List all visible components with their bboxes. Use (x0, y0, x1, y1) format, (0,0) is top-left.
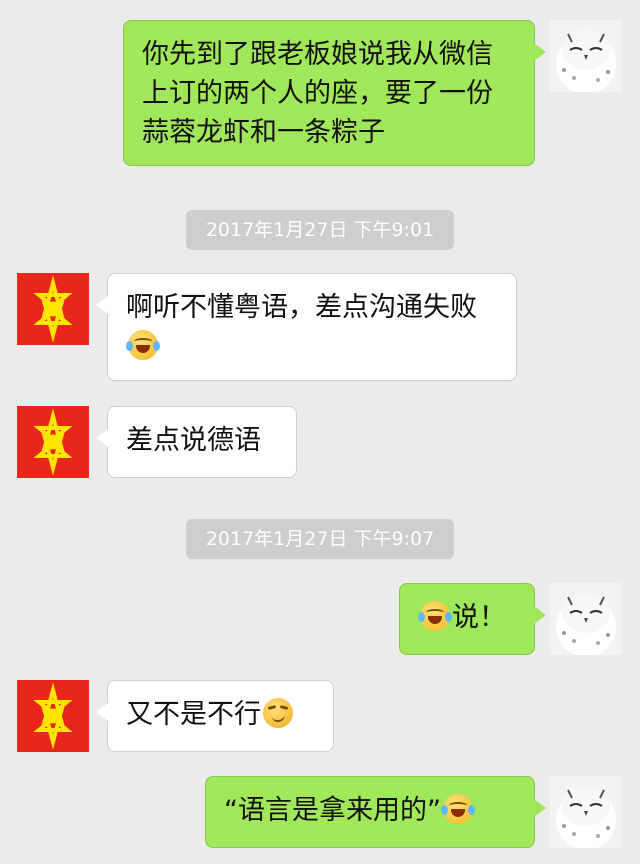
message-bubble-mine[interactable]: “语言是拿来用的” (205, 776, 546, 848)
star-avatar-icon (17, 680, 89, 752)
smirking-face-icon (263, 698, 293, 728)
timestamp: 2017年1月27日 下午9:01 (186, 210, 454, 250)
star-avatar-icon (17, 273, 89, 345)
message-text: 啊听不懂粤语，差点沟通失败 (126, 292, 477, 323)
my-avatar[interactable] (550, 583, 622, 655)
message-bubble-theirs[interactable]: 又不是不行 (96, 680, 334, 752)
owl-avatar-icon (550, 776, 622, 848)
message-bubble-theirs[interactable]: 差点说德语 (96, 406, 297, 478)
contact-avatar[interactable] (17, 406, 89, 478)
message-bubble-theirs[interactable]: 啊听不懂粤语，差点沟通失败 (96, 273, 517, 381)
star-avatar-icon (17, 406, 89, 478)
my-avatar[interactable] (550, 20, 622, 92)
owl-avatar-icon (550, 20, 622, 92)
message-bubble-mine[interactable]: 说！ (399, 583, 546, 655)
face-with-tears-of-joy-icon (440, 794, 475, 824)
contact-avatar[interactable] (17, 273, 89, 345)
message-text: 又不是不行 (126, 699, 261, 730)
face-with-tears-of-joy-icon (126, 330, 160, 360)
message-text: 说！ (452, 602, 506, 633)
message-text: “语言是拿来用的” (224, 795, 441, 826)
contact-avatar[interactable] (17, 680, 89, 752)
message-text: 差点说德语 (126, 425, 261, 456)
face-with-tears-of-joy-icon (418, 601, 452, 631)
timestamp: 2017年1月27日 下午9:07 (186, 519, 454, 559)
owl-avatar-icon (550, 583, 622, 655)
message-text: 你先到了跟老板娘说我从微信上订的两个人的座，要了一份蒜蓉龙虾和一条粽子 (142, 39, 493, 148)
message-bubble-mine[interactable]: 你先到了跟老板娘说我从微信上订的两个人的座，要了一份蒜蓉龙虾和一条粽子 (123, 20, 546, 166)
my-avatar[interactable] (550, 776, 622, 848)
